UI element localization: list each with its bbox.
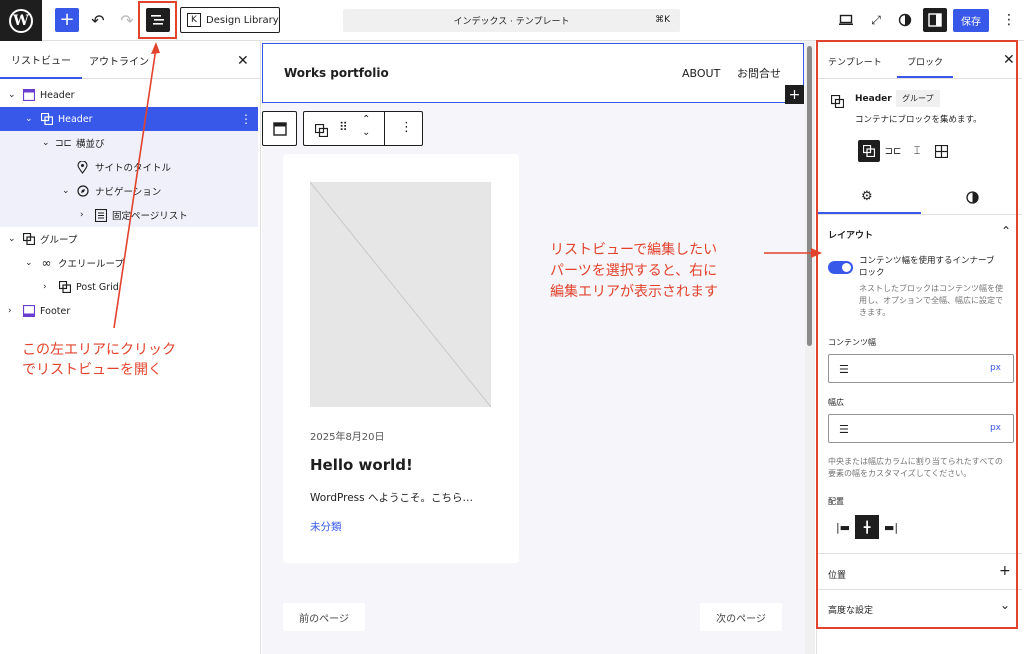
annotation-arrows — [113, 42, 822, 329]
